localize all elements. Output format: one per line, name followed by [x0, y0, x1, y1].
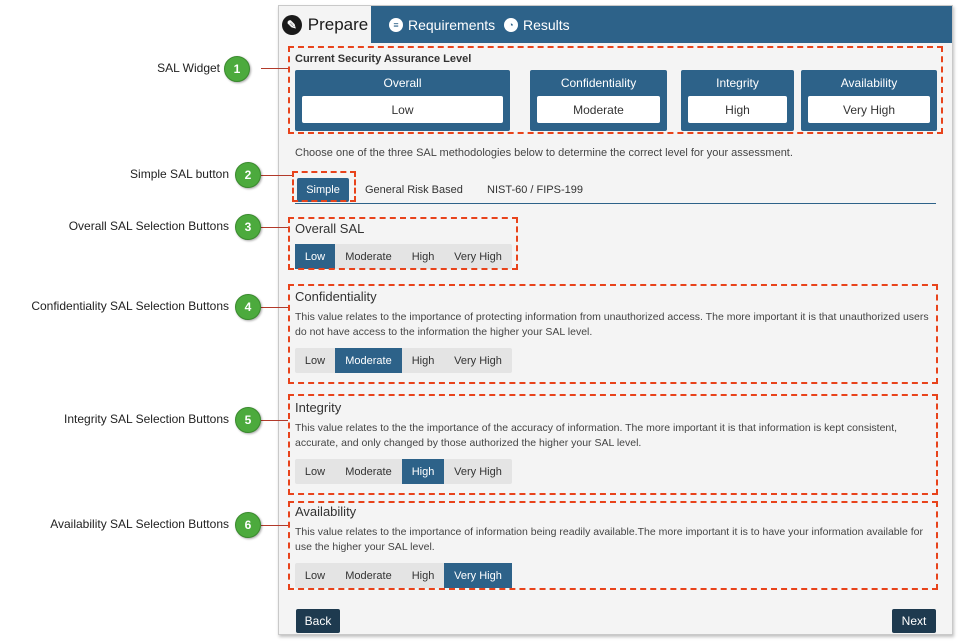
tab-prepare[interactable]: ✎ Prepare: [279, 6, 371, 43]
back-button[interactable]: Back: [296, 609, 340, 633]
next-button[interactable]: Next: [892, 609, 936, 633]
confidentiality-description: This value relates to the importance of …: [295, 311, 929, 338]
sal-card-value: Moderate: [537, 96, 660, 123]
callout-badge: 1: [224, 56, 250, 82]
confidentiality-title: Confidentiality: [295, 289, 377, 304]
callout-connector: [261, 307, 288, 308]
sal-card-value: Very High: [808, 96, 930, 123]
pie-chart-icon: ◔: [504, 17, 518, 32]
callout-connector: [261, 525, 288, 526]
tab-results-label: Results: [523, 16, 570, 33]
sal-card-value: High: [688, 96, 787, 123]
methodology-divider: [295, 203, 936, 204]
list-icon: ≡: [389, 17, 403, 32]
callout-label-simple-sal-button: Simple SAL button: [130, 167, 229, 181]
top-navigation: ✎ Prepare ≡ Requirements ◔ Results: [279, 6, 952, 43]
sal-card-label: Overall: [383, 76, 422, 90]
callout-label-sal-widget: SAL Widget: [157, 61, 220, 75]
sal-card-availability: Availability Very High: [801, 70, 937, 131]
availability-very-high-button[interactable]: Very High: [444, 563, 512, 588]
sal-card-overall: Overall Low: [295, 70, 510, 131]
callout-badge: 2: [235, 162, 261, 188]
sal-card-value: Low: [302, 96, 503, 123]
callout-label-confidentiality-sal: Confidentiality SAL Selection Buttons: [31, 299, 229, 313]
callout-badge: 5: [235, 407, 261, 433]
availability-low-button[interactable]: Low: [295, 563, 335, 588]
callout-badge: 6: [235, 512, 261, 538]
confidentiality-low-button[interactable]: Low: [295, 348, 335, 373]
integrity-title: Integrity: [295, 400, 342, 415]
simple-sal-button[interactable]: Simple: [297, 178, 349, 202]
integrity-moderate-button[interactable]: Moderate: [335, 459, 402, 484]
sal-card-label: Integrity: [716, 76, 759, 90]
callout-connector: [261, 175, 292, 176]
callout-label-availability-sal: Availability SAL Selection Buttons: [50, 517, 229, 531]
availability-moderate-button[interactable]: Moderate: [335, 563, 402, 588]
sal-card-label: Confidentiality: [560, 76, 637, 90]
callout-badge: 3: [235, 214, 261, 240]
callout-connector: [261, 68, 288, 69]
overall-moderate-button[interactable]: Moderate: [335, 244, 402, 269]
confidentiality-high-button[interactable]: High: [402, 348, 444, 373]
confidentiality-sal-buttons: Low Moderate High Very High: [295, 348, 512, 373]
availability-description: This value relates to the importance of …: [295, 526, 923, 553]
edit-icon: ✎: [281, 14, 302, 35]
availability-high-button[interactable]: High: [402, 563, 444, 588]
integrity-high-button[interactable]: High: [402, 459, 444, 484]
integrity-low-button[interactable]: Low: [295, 459, 335, 484]
sal-card-integrity: Integrity High: [681, 70, 794, 131]
app-panel: ✎ Prepare ≡ Requirements ◔ Results Curre…: [278, 5, 953, 635]
callout-connector: [261, 420, 288, 421]
integrity-sal-buttons: Low Moderate High Very High: [295, 459, 512, 484]
methodology-intro: Choose one of the three SAL methodologie…: [295, 147, 793, 159]
availability-sal-buttons: Low Moderate High Very High: [295, 563, 512, 588]
tab-requirements-label: Requirements: [408, 16, 496, 33]
confidentiality-moderate-button[interactable]: Moderate: [335, 348, 402, 373]
tab-prepare-label: Prepare: [307, 14, 369, 34]
sal-widget-title: Current Security Assurance Level: [295, 53, 472, 65]
callout-label-overall-sal: Overall SAL Selection Buttons: [68, 219, 229, 233]
overall-low-button[interactable]: Low: [295, 244, 335, 269]
tab-requirements[interactable]: ≡ Requirements: [389, 6, 495, 43]
overall-very-high-button[interactable]: Very High: [444, 244, 512, 269]
sal-card-label: Availability: [840, 76, 898, 90]
callout-connector: [261, 227, 288, 228]
callout-label-integrity-sal: Integrity SAL Selection Buttons: [64, 412, 229, 426]
confidentiality-very-high-button[interactable]: Very High: [444, 348, 512, 373]
sal-card-confidentiality: Confidentiality Moderate: [530, 70, 667, 131]
tab-results[interactable]: ◔ Results: [504, 6, 570, 43]
integrity-description: This value relates to the the importance…: [295, 422, 898, 449]
overall-sal-buttons: Low Moderate High Very High: [295, 244, 512, 269]
availability-title: Availability: [295, 504, 357, 519]
callout-badge: 4: [235, 294, 261, 320]
overall-sal-title: Overall SAL: [295, 221, 365, 236]
integrity-very-high-button[interactable]: Very High: [444, 459, 512, 484]
nist-fips-tab[interactable]: NIST-60 / FIPS-199: [487, 178, 583, 202]
general-risk-based-tab[interactable]: General Risk Based: [365, 178, 463, 202]
overall-high-button[interactable]: High: [402, 244, 444, 269]
